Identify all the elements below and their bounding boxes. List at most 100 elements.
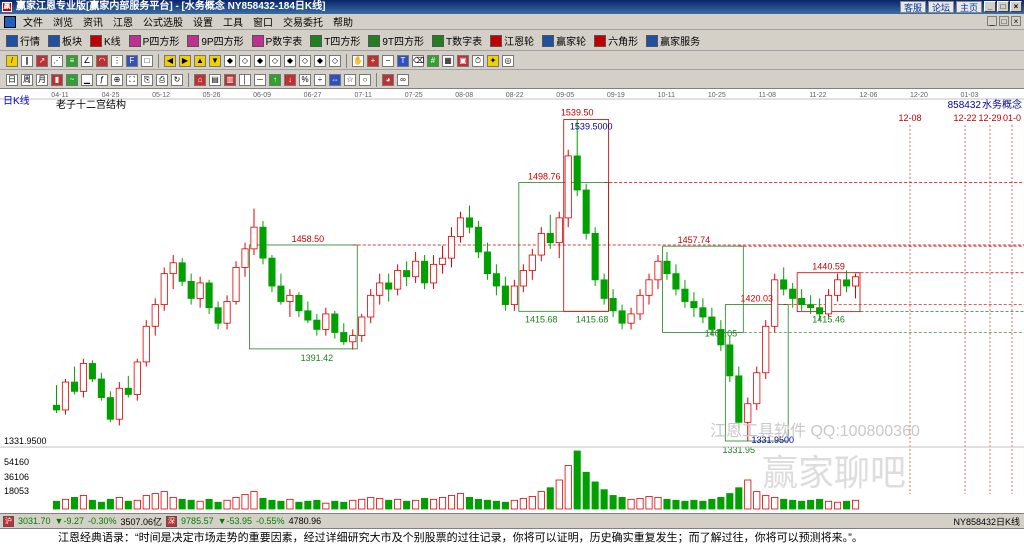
toolbar-button-gann-wheel[interactable]: 江恩轮 xyxy=(490,33,534,48)
x-tick-label: 07-11 xyxy=(354,92,371,99)
menu-help[interactable]: 帮助 xyxy=(328,14,358,29)
period-week-icon[interactable]: 周 xyxy=(21,73,33,86)
rectangle-tool-icon[interactable]: □ xyxy=(141,54,153,67)
trend-up-icon[interactable]: ↑ xyxy=(269,73,281,86)
pattern-icon[interactable]: ✦ xyxy=(487,54,499,67)
menu-gann[interactable]: 江恩 xyxy=(108,14,138,29)
toolbar-button-winner-wheel[interactable]: 赢家轮 xyxy=(542,33,586,48)
menu-file[interactable]: 文件 xyxy=(18,14,48,29)
toolbar-button-sector[interactable]: 板块 xyxy=(48,33,82,48)
menu-settings[interactable]: 设置 xyxy=(188,14,218,29)
arrow-right-icon[interactable]: ▶ xyxy=(179,54,191,67)
homepage-link[interactable]: 主页 xyxy=(955,1,982,13)
target-icon[interactable]: ◎ xyxy=(502,54,514,67)
future-date-label: 01-0 xyxy=(1003,113,1021,123)
vertical-line-icon[interactable]: │ xyxy=(239,73,251,86)
menu-formula-select[interactable]: 公式选股 xyxy=(138,14,188,29)
toolbar-button-quote-table[interactable]: 行情 xyxy=(6,33,40,48)
percent-icon[interactable]: % xyxy=(299,73,311,86)
diamond-3-icon[interactable]: ◆ xyxy=(254,54,266,67)
channel-icon[interactable]: ≡ xyxy=(66,54,78,67)
ray-line-icon[interactable]: ↗ xyxy=(36,54,48,67)
diamond-6-icon[interactable]: ◇ xyxy=(299,54,311,67)
mdi-close-button[interactable]: × xyxy=(1011,16,1021,26)
diamond-2-icon[interactable]: ◇ xyxy=(239,54,251,67)
volume-bar xyxy=(313,499,321,510)
arrow-left-icon[interactable]: ◀ xyxy=(164,54,176,67)
gann-fan-icon[interactable]: ⌂ xyxy=(194,73,206,86)
fullscreen-icon[interactable]: ⛶ xyxy=(126,73,138,86)
menu-news[interactable]: 资讯 xyxy=(78,14,108,29)
cycle-line-icon[interactable]: ⋮ xyxy=(111,54,123,67)
close-button[interactable]: × xyxy=(1010,1,1022,12)
menu-app-icon[interactable] xyxy=(4,15,16,28)
ma-line-icon[interactable]: ~ xyxy=(66,73,78,86)
period-month-icon[interactable]: 月 xyxy=(36,73,48,86)
toolbar-button-candlestick[interactable]: K线 xyxy=(90,33,121,48)
arrow-up-icon[interactable]: ▲ xyxy=(194,54,206,67)
price-square-icon[interactable]: ▥ xyxy=(224,73,236,86)
zoom-out-icon[interactable]: − xyxy=(382,54,394,67)
toolbar-button-t-number-table[interactable]: T数字表 xyxy=(432,33,482,48)
time-cycle-icon[interactable]: ⏱ xyxy=(472,54,484,67)
bar-chart-icon[interactable]: ▮ xyxy=(51,73,63,86)
menu-trade[interactable]: 交易委托 xyxy=(278,14,328,29)
9t-square-icon xyxy=(368,34,381,47)
menu-window[interactable]: 窗口 xyxy=(248,14,278,29)
chart-area[interactable]: 04-11 04-25 05-12 05-26 06-09 06-27 07-11 07-25… xyxy=(0,89,1024,513)
circle-icon[interactable]: ○ xyxy=(359,73,371,86)
text-tool-icon[interactable]: T xyxy=(397,54,409,67)
trend-down-icon[interactable]: ↓ xyxy=(284,73,296,86)
hand-tool-icon[interactable]: ✋ xyxy=(352,54,364,67)
line-tool-icon[interactable]: / xyxy=(6,54,18,67)
fan-line-icon[interactable]: ⋰ xyxy=(51,54,63,67)
volume-bar xyxy=(825,500,833,510)
diamond-4-icon[interactable]: ◇ xyxy=(269,54,281,67)
measure-icon[interactable]: ⇔ xyxy=(329,73,341,86)
arrow-down-icon[interactable]: ▼ xyxy=(209,54,221,67)
eraser-icon[interactable]: ⌫ xyxy=(412,54,424,67)
gann-box-icon[interactable]: ▦ xyxy=(442,54,454,67)
diamond-8-icon[interactable]: ◇ xyxy=(329,54,341,67)
toolbar-button-service[interactable]: 赢家服务 xyxy=(646,33,700,48)
arc-tool-icon[interactable]: ◠ xyxy=(96,54,108,67)
gann-angle-icon[interactable]: ∠ xyxy=(81,54,93,67)
star-icon[interactable]: ☆ xyxy=(344,73,356,86)
refresh-icon[interactable]: ↻ xyxy=(171,73,183,86)
toolbar-button-p-square[interactable]: P四方形 xyxy=(128,33,179,48)
period-day-icon[interactable]: 日 xyxy=(6,73,18,86)
diamond-7-icon[interactable]: ◆ xyxy=(314,54,326,67)
maximize-button[interactable]: □ xyxy=(997,1,1009,12)
mdi-minimize-button[interactable]: _ xyxy=(987,16,997,26)
candlestick-chart[interactable]: 04-11 04-25 05-12 05-26 06-09 06-27 07-11 07-25… xyxy=(0,89,1024,513)
toolbar-button-t-square[interactable]: T四方形 xyxy=(310,33,360,48)
minimize-button[interactable]: _ xyxy=(984,1,996,12)
grid-tool-icon[interactable]: # xyxy=(427,54,439,67)
menu-tools[interactable]: 工具 xyxy=(218,14,248,29)
mdi-restore-button[interactable]: □ xyxy=(999,16,1009,26)
toolbar-button-9p-square[interactable]: 9P四方形 xyxy=(187,33,244,48)
indicator-icon[interactable]: ƒ xyxy=(96,73,108,86)
copy-icon[interactable]: ⎘ xyxy=(141,73,153,86)
time-square-icon[interactable]: ▤ xyxy=(209,73,221,86)
volume-icon[interactable]: ▁ xyxy=(81,73,93,86)
candle-body xyxy=(106,397,114,420)
diamond-5-icon[interactable]: ◆ xyxy=(284,54,296,67)
infinity-icon[interactable]: ∞ xyxy=(397,73,409,86)
print-icon[interactable]: ⎙ xyxy=(156,73,168,86)
overlay-icon[interactable]: ⊕ xyxy=(111,73,123,86)
parallel-line-icon[interactable]: ∥ xyxy=(21,54,33,67)
gann-square-icon[interactable]: ▣ xyxy=(457,54,469,67)
forum-link[interactable]: 论坛 xyxy=(927,1,954,13)
menu-browse[interactable]: 浏览 xyxy=(48,14,78,29)
customer-service-link[interactable]: 客服 xyxy=(899,1,926,13)
toolbar-button-hexagon[interactable]: 六角形 xyxy=(594,33,638,48)
ratio-icon[interactable]: ÷ xyxy=(314,73,326,86)
horizontal-line-icon[interactable]: ─ xyxy=(254,73,266,86)
diamond-1-icon[interactable]: ◆ xyxy=(224,54,236,67)
toolbar-button-9t-square[interactable]: 9T四方形 xyxy=(368,33,424,48)
zoom-in-icon[interactable]: + xyxy=(367,54,379,67)
toolbar-button-p-number-table[interactable]: P数字表 xyxy=(251,33,302,48)
fibonacci-icon[interactable]: F xyxy=(126,54,138,67)
color-wheel-icon[interactable]: ◕ xyxy=(382,73,394,86)
